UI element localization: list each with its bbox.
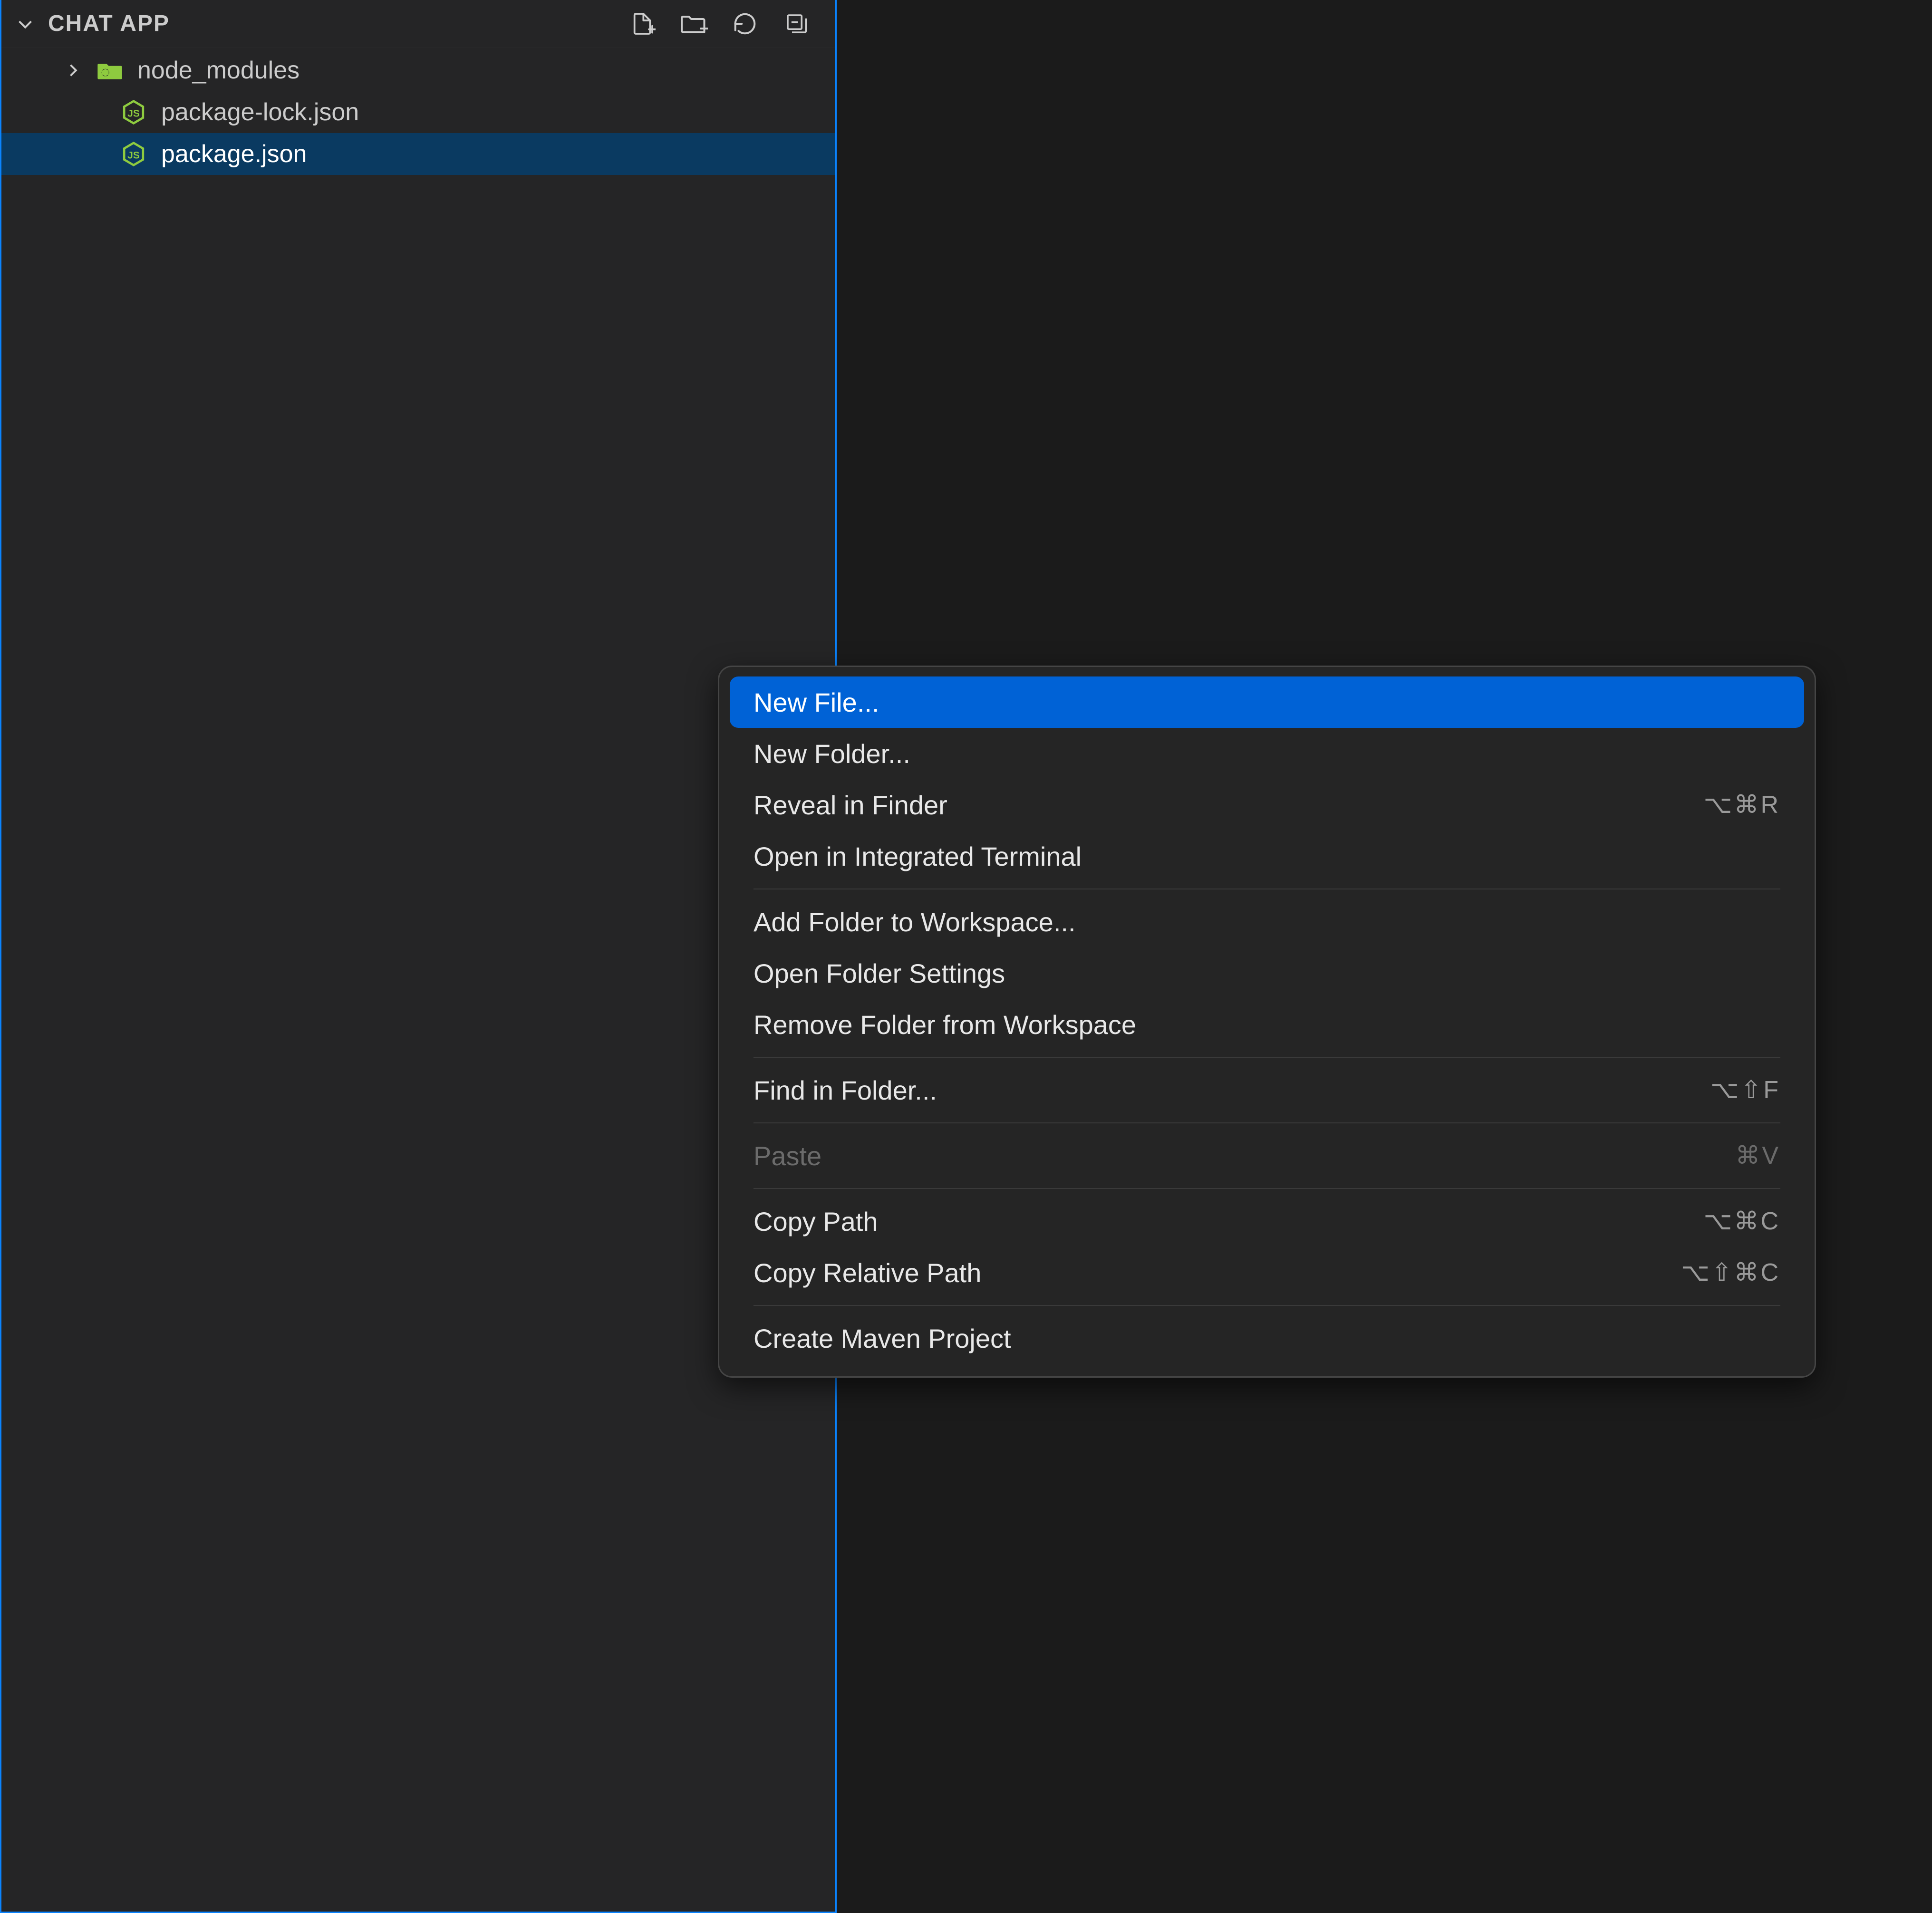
chevron-down-icon [16, 14, 35, 33]
tree-file-package-lock[interactable]: JS package-lock.json [1, 91, 835, 133]
refresh-icon[interactable] [730, 9, 760, 39]
menu-item-shortcut: ⌥⌘R [1704, 791, 1780, 819]
tree-item-label: node_modules [137, 56, 299, 85]
explorer-header-left[interactable]: CHAT APP [16, 10, 170, 37]
chevron-right-icon [63, 62, 82, 79]
menu-paste: Paste ⌘V [730, 1130, 1804, 1181]
context-menu: New File... New Folder... Reveal in Find… [718, 666, 1816, 1378]
menu-item-label: New Folder... [753, 738, 910, 769]
menu-open-folder-settings[interactable]: Open Folder Settings [730, 947, 1804, 999]
menu-open-in-terminal[interactable]: Open in Integrated Terminal [730, 831, 1804, 882]
menu-create-maven-project[interactable]: Create Maven Project [730, 1313, 1804, 1364]
explorer-actions [627, 9, 821, 39]
explorer-header: CHAT APP [1, 0, 835, 48]
menu-new-file[interactable]: New File... [730, 676, 1804, 728]
menu-item-label: Paste [753, 1140, 821, 1171]
folder-icon [97, 57, 123, 84]
file-tree: node_modules JS package-lock.json JS pac… [1, 48, 835, 175]
menu-item-label: Open in Integrated Terminal [753, 841, 1082, 872]
menu-item-label: Copy Path [753, 1206, 878, 1237]
menu-copy-path[interactable]: Copy Path ⌥⌘C [730, 1196, 1804, 1247]
menu-separator [753, 1122, 1780, 1123]
tree-folder-node-modules[interactable]: node_modules [1, 49, 835, 91]
menu-item-label: Remove Folder from Workspace [753, 1009, 1136, 1040]
menu-item-label: Reveal in Finder [753, 790, 947, 821]
menu-item-label: New File... [753, 687, 879, 718]
menu-item-label: Open Folder Settings [753, 958, 1005, 989]
menu-separator [753, 1188, 1780, 1189]
menu-copy-relative-path[interactable]: Copy Relative Path ⌥⇧⌘C [730, 1247, 1804, 1298]
tree-file-package-json[interactable]: JS package.json [1, 133, 835, 175]
nodejs-icon: JS [120, 141, 147, 167]
menu-add-folder-to-workspace[interactable]: Add Folder to Workspace... [730, 896, 1804, 947]
explorer-title: CHAT APP [48, 10, 170, 37]
tree-item-label: package-lock.json [161, 98, 359, 126]
menu-remove-folder-from-workspace[interactable]: Remove Folder from Workspace [730, 999, 1804, 1050]
new-file-icon[interactable] [627, 9, 657, 39]
menu-find-in-folder[interactable]: Find in Folder... ⌥⇧F [730, 1064, 1804, 1116]
menu-item-label: Create Maven Project [753, 1323, 1011, 1354]
menu-new-folder[interactable]: New Folder... [730, 728, 1804, 779]
collapse-all-icon[interactable] [781, 9, 811, 39]
new-folder-icon[interactable] [678, 9, 709, 39]
menu-item-shortcut: ⌥⌘C [1704, 1207, 1780, 1236]
svg-text:JS: JS [127, 150, 140, 161]
menu-item-label: Add Folder to Workspace... [753, 907, 1076, 937]
svg-text:JS: JS [127, 108, 140, 119]
nodejs-icon: JS [120, 99, 147, 126]
menu-item-shortcut: ⌥⇧F [1710, 1076, 1780, 1104]
menu-item-shortcut: ⌘V [1735, 1141, 1780, 1170]
menu-reveal-in-finder[interactable]: Reveal in Finder ⌥⌘R [730, 779, 1804, 831]
menu-separator [753, 1305, 1780, 1306]
menu-item-label: Find in Folder... [753, 1075, 937, 1106]
tree-item-label: package.json [161, 140, 307, 168]
menu-item-shortcut: ⌥⇧⌘C [1681, 1258, 1780, 1287]
menu-item-label: Copy Relative Path [753, 1257, 981, 1288]
menu-separator [753, 1057, 1780, 1058]
explorer-panel: CHAT APP [0, 0, 837, 1913]
